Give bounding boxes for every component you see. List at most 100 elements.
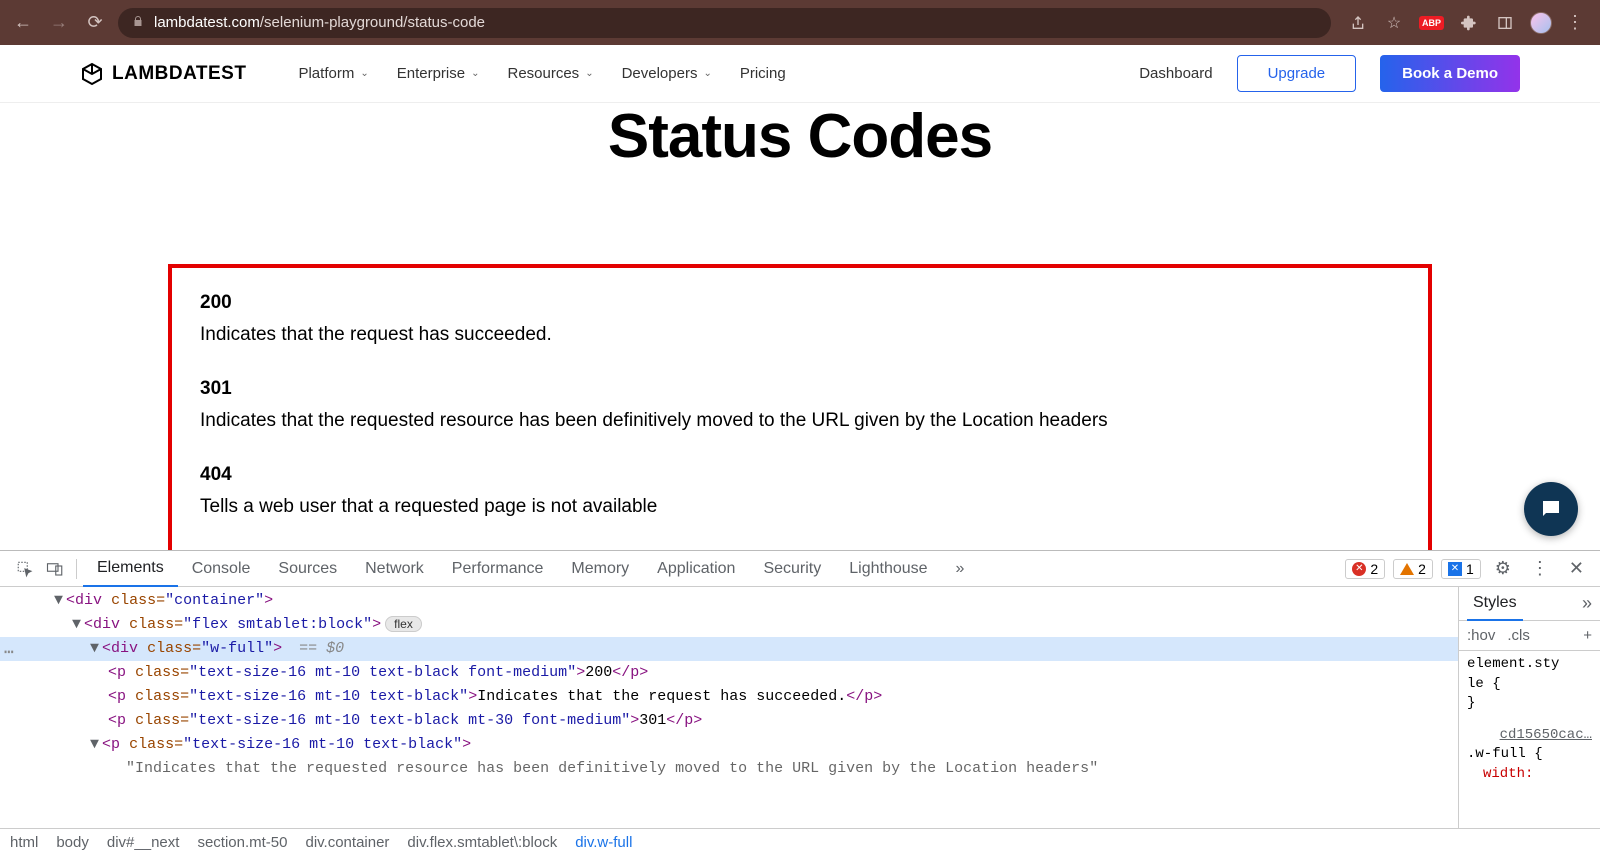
chevron-down-icon: ⌄ (471, 68, 479, 79)
rule-property: width: (1483, 766, 1533, 782)
status-codes-box: 200 Indicates that the request has succe… (168, 264, 1432, 550)
styles-tab[interactable]: Styles (1467, 587, 1523, 621)
forward-button[interactable]: → (46, 12, 72, 33)
devtools-tabs: Elements Console Sources Network Perform… (0, 551, 1600, 587)
bookmark-icon[interactable]: ☆ (1383, 13, 1405, 33)
breadcrumb-item[interactable]: body (56, 834, 89, 851)
tab-network[interactable]: Network (351, 551, 438, 587)
status-block-404: 404 Tells a web user that a requested pa… (200, 464, 1400, 518)
devtools-status: ✕2 2 ✕1 ⚙ ⋮ ✕ (1345, 558, 1590, 579)
status-code: 301 (200, 378, 1400, 400)
nav-pricing[interactable]: Pricing (740, 65, 786, 82)
devtools-body: ⋯ ▼<div class="container"> ▼<div class="… (0, 587, 1600, 828)
browser-menu-icon[interactable]: ⋮ (1566, 12, 1584, 33)
issues-badge[interactable]: ✕1 (1441, 559, 1481, 579)
logo[interactable]: LAMBDATEST (80, 62, 246, 86)
url-text: lambdatest.com/selenium-playground/statu… (154, 14, 485, 32)
rule-close: } (1467, 694, 1592, 714)
tab-security[interactable]: Security (749, 551, 835, 587)
breadcrumb-item[interactable]: div#__next (107, 834, 180, 851)
breadcrumb-item-active[interactable]: div.w-full (575, 834, 632, 851)
breadcrumb-item[interactable]: div.container (305, 834, 389, 851)
dom-line[interactable]: "Indicates that the requested resource h… (0, 757, 1458, 781)
tabs-overflow-icon[interactable]: » (942, 551, 979, 587)
tab-memory[interactable]: Memory (557, 551, 643, 587)
address-bar[interactable]: lambdatest.com/selenium-playground/statu… (118, 8, 1331, 38)
cls-toggle[interactable]: .cls (1507, 627, 1530, 644)
tab-application[interactable]: Application (643, 551, 749, 587)
tab-performance[interactable]: Performance (438, 551, 558, 587)
abp-extension-icon[interactable]: ABP (1419, 16, 1444, 30)
tab-sources[interactable]: Sources (264, 551, 351, 587)
divider (76, 559, 77, 579)
dom-line[interactable]: ▼<div class="flex smtablet:block">flex (0, 613, 1458, 637)
breadcrumb-item[interactable]: div.flex.smtablet\:block (407, 834, 557, 851)
devtools-menu-icon[interactable]: ⋮ (1525, 558, 1555, 579)
status-description: Tells a web user that a requested page i… (200, 496, 1400, 518)
status-block-301: 301 Indicates that the requested resourc… (200, 378, 1400, 432)
extensions-icon[interactable] (1458, 15, 1480, 31)
dom-line[interactable]: <p class="text-size-16 mt-10 text-black"… (0, 685, 1458, 709)
rule-selector: element.sty le { (1467, 655, 1592, 694)
new-rule-icon[interactable]: + (1583, 627, 1592, 644)
logo-icon (80, 62, 104, 86)
share-icon[interactable] (1347, 15, 1369, 31)
tab-console[interactable]: Console (178, 551, 265, 587)
settings-icon[interactable]: ⚙ (1489, 558, 1517, 579)
styles-pane: Styles » :hov .cls + element.sty le { } … (1458, 587, 1600, 828)
close-devtools-icon[interactable]: ✕ (1563, 558, 1590, 579)
tab-elements[interactable]: Elements (83, 551, 178, 587)
browser-chrome: ← → ⟳ lambdatest.com/selenium-playground… (0, 0, 1600, 45)
errors-badge[interactable]: ✕2 (1345, 559, 1385, 579)
nav-resources[interactable]: Resources⌄ (507, 65, 593, 82)
nav-developers[interactable]: Developers⌄ (622, 65, 712, 82)
chat-bubble-button[interactable] (1524, 482, 1578, 536)
dom-line[interactable]: <p class="text-size-16 mt-10 text-black … (0, 661, 1458, 685)
chevron-down-icon: ⌄ (585, 68, 593, 79)
breadcrumb-item[interactable]: section.mt-50 (197, 834, 287, 851)
chevron-down-icon: ⌄ (703, 68, 711, 79)
status-description: Indicates that the request has succeeded… (200, 324, 1400, 346)
device-toolbar-icon[interactable] (40, 560, 70, 578)
book-demo-button[interactable]: Book a Demo (1380, 55, 1520, 92)
logo-text: LAMBDATEST (112, 63, 246, 85)
page-title: Status Codes (0, 103, 1600, 171)
hov-toggle[interactable]: :hov (1467, 627, 1495, 644)
upgrade-button[interactable]: Upgrade (1237, 55, 1357, 92)
profile-avatar[interactable] (1530, 12, 1552, 34)
warnings-badge[interactable]: 2 (1393, 559, 1433, 579)
ellipsis-icon[interactable]: ⋯ (4, 641, 14, 667)
inspect-icon[interactable] (10, 560, 40, 578)
styles-rules[interactable]: element.sty le { } cd15650cac… .w-full {… (1459, 651, 1600, 789)
reload-button[interactable]: ⟳ (82, 12, 108, 33)
lock-icon (132, 15, 144, 30)
side-panel-icon[interactable] (1494, 15, 1516, 31)
dom-tree[interactable]: ⋯ ▼<div class="container"> ▼<div class="… (0, 587, 1458, 828)
breadcrumb-item[interactable]: html (10, 834, 38, 851)
dom-line-selected[interactable]: ▼<div class="w-full"> == $0 (0, 637, 1458, 661)
styles-toolbar: :hov .cls + (1459, 621, 1600, 651)
site-header: LAMBDATEST Platform⌄ Enterprise⌄ Resourc… (0, 45, 1600, 103)
back-button[interactable]: ← (10, 12, 36, 33)
devtools-breadcrumb: html body div#__next section.mt-50 div.c… (0, 828, 1600, 856)
chrome-right-controls: ☆ ABP ⋮ (1341, 12, 1590, 34)
nav-platform[interactable]: Platform⌄ (298, 65, 368, 82)
rule-source-link[interactable]: cd15650cac… (1467, 726, 1592, 746)
tab-lighthouse[interactable]: Lighthouse (835, 551, 941, 587)
dashboard-link[interactable]: Dashboard (1139, 65, 1212, 82)
status-description: Indicates that the requested resource ha… (200, 410, 1400, 432)
chevron-down-icon: ⌄ (360, 68, 368, 79)
styles-pane-tabs: Styles » (1459, 587, 1600, 621)
styles-overflow-icon[interactable]: » (1582, 593, 1592, 614)
header-right: Dashboard Upgrade Book a Demo (1139, 55, 1520, 92)
dom-line[interactable]: ▼<div class="container"> (0, 589, 1458, 613)
status-code: 200 (200, 292, 1400, 314)
dom-line[interactable]: ▼<p class="text-size-16 mt-10 text-black… (0, 733, 1458, 757)
nav-menu: Platform⌄ Enterprise⌄ Resources⌄ Develop… (298, 65, 785, 82)
status-code: 404 (200, 464, 1400, 486)
nav-enterprise[interactable]: Enterprise⌄ (397, 65, 480, 82)
status-block-200: 200 Indicates that the request has succe… (200, 292, 1400, 346)
dom-line[interactable]: <p class="text-size-16 mt-10 text-black … (0, 709, 1458, 733)
devtools-panel: Elements Console Sources Network Perform… (0, 550, 1600, 856)
chat-icon (1539, 497, 1563, 521)
